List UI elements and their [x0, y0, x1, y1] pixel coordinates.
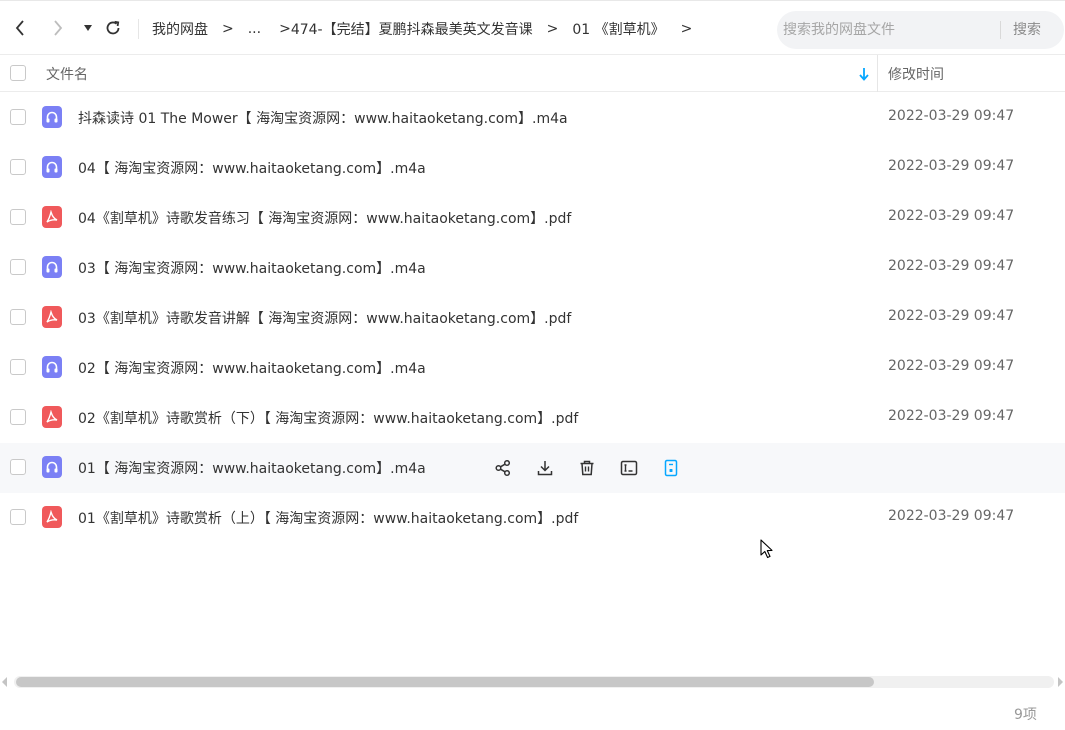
- breadcrumb-item-ellipsis[interactable]: ...: [248, 21, 261, 37]
- audio-file-icon: [42, 256, 62, 278]
- file-name[interactable]: 抖森读诗 01 The Mower【 海淘宝资源网：www.haitaoketa…: [78, 108, 568, 128]
- table-row-hovered[interactable]: 01【 海淘宝资源网：www.haitaoketang.com】.m4a: [0, 443, 1065, 493]
- audio-file-icon: [42, 456, 62, 478]
- more-button[interactable]: [660, 457, 682, 479]
- row-checkbox[interactable]: [10, 409, 26, 425]
- refresh-button[interactable]: [102, 17, 124, 39]
- share-icon: [495, 459, 511, 477]
- file-modified-time: 2022-03-29 09:47: [888, 208, 1015, 224]
- file-modified-time: 2022-03-29 09:47: [888, 108, 1015, 124]
- back-button[interactable]: [9, 17, 31, 39]
- table-row[interactable]: 02【 海淘宝资源网：www.haitaoketang.com】.m4a 202…: [0, 343, 1065, 393]
- row-checkbox[interactable]: [10, 359, 26, 375]
- table-row[interactable]: 03【 海淘宝资源网：www.haitaoketang.com】.m4a 202…: [0, 243, 1065, 293]
- table-row[interactable]: 03《割草机》诗歌发音讲解【 海淘宝资源网：www.haitaoketang.c…: [0, 293, 1065, 343]
- breadcrumb-item-root[interactable]: 我的网盘: [152, 19, 208, 39]
- horizontal-scrollbar[interactable]: [0, 672, 1065, 692]
- table-row[interactable]: 04《割草机》诗歌发音练习【 海淘宝资源网：www.haitaoketang.c…: [0, 193, 1065, 243]
- sort-desc-icon[interactable]: [857, 66, 871, 82]
- file-name[interactable]: 01【 海淘宝资源网：www.haitaoketang.com】.m4a: [78, 458, 426, 478]
- row-checkbox[interactable]: [10, 209, 26, 225]
- history-dropdown-button[interactable]: [77, 17, 99, 39]
- breadcrumb-separator: >: [222, 21, 234, 37]
- caret-down-icon: [84, 25, 92, 31]
- breadcrumb: 我的网盘 > ... > 474-【完结】夏鹏抖森最美英文发音课 > 01 《割…: [152, 19, 706, 39]
- breadcrumb-expand[interactable]: >: [681, 21, 693, 37]
- file-modified-time: 2022-03-29 09:47: [888, 358, 1015, 374]
- audio-file-icon: [42, 356, 62, 378]
- breadcrumb-separator: >: [546, 21, 559, 37]
- toolbar-divider: [138, 19, 139, 39]
- row-checkbox[interactable]: [10, 459, 26, 475]
- table-row[interactable]: 04【 海淘宝资源网：www.haitaoketang.com】.m4a 202…: [0, 143, 1065, 193]
- column-header-modified[interactable]: 修改时间: [888, 64, 944, 84]
- search-divider: [1000, 21, 1001, 39]
- row-checkbox[interactable]: [10, 259, 26, 275]
- table-row[interactable]: 抖森读诗 01 The Mower【 海淘宝资源网：www.haitaoketa…: [0, 93, 1065, 143]
- search-input[interactable]: [783, 11, 995, 49]
- table-header: 文件名 修改时间: [0, 55, 1065, 92]
- delete-icon: [580, 460, 594, 476]
- pdf-file-icon: [42, 406, 62, 428]
- select-all-checkbox[interactable]: [10, 65, 26, 81]
- scrollbar-thumb[interactable]: [16, 677, 874, 687]
- pdf-file-icon: [42, 206, 62, 228]
- row-actions: [492, 457, 702, 479]
- refresh-icon: [106, 20, 120, 35]
- file-modified-time: 2022-03-29 09:47: [888, 508, 1015, 524]
- rename-icon: [620, 460, 638, 476]
- column-header-name[interactable]: 文件名: [46, 64, 88, 84]
- table-row[interactable]: 02《割草机》诗歌赏析（下）【 海淘宝资源网：www.haitaoketang.…: [0, 393, 1065, 443]
- delete-button[interactable]: [576, 457, 598, 479]
- row-checkbox[interactable]: [10, 109, 26, 125]
- toolbar: 我的网盘 > ... > 474-【完结】夏鹏抖森最美英文发音课 > 01 《割…: [0, 0, 1065, 55]
- file-name[interactable]: 02【 海淘宝资源网：www.haitaoketang.com】.m4a: [78, 358, 426, 378]
- pdf-file-icon: [42, 306, 62, 328]
- row-checkbox[interactable]: [10, 159, 26, 175]
- file-modified-time: 2022-03-29 09:47: [888, 258, 1015, 274]
- chevron-left-icon: [15, 20, 24, 36]
- item-count: 9项: [1014, 707, 1037, 723]
- audio-file-icon: [42, 106, 62, 128]
- mouse-cursor-icon: [760, 539, 773, 559]
- file-name[interactable]: 01《割草机》诗歌赏析（上）【 海淘宝资源网：www.haitaoketang.…: [78, 508, 578, 528]
- scroll-left-icon[interactable]: [2, 677, 7, 687]
- search-button[interactable]: 搜索: [1013, 11, 1041, 49]
- file-name[interactable]: 04《割草机》诗歌发音练习【 海淘宝资源网：www.haitaoketang.c…: [78, 208, 571, 228]
- row-checkbox[interactable]: [10, 309, 26, 325]
- breadcrumb-item-course[interactable]: 474-【完结】夏鹏抖森最美英文发音课: [291, 19, 533, 39]
- rename-button[interactable]: [618, 457, 640, 479]
- file-name[interactable]: 03【 海淘宝资源网：www.haitaoketang.com】.m4a: [78, 258, 426, 278]
- row-checkbox[interactable]: [10, 509, 26, 525]
- column-divider[interactable]: [877, 55, 878, 92]
- chevron-right-icon: [54, 20, 63, 36]
- breadcrumb-item-current[interactable]: 01 《割草机》: [572, 19, 664, 39]
- audio-file-icon: [42, 156, 62, 178]
- scroll-right-icon[interactable]: [1058, 677, 1063, 687]
- file-list: 抖森读诗 01 The Mower【 海淘宝资源网：www.haitaoketa…: [0, 93, 1065, 543]
- table-row[interactable]: 01《割草机》诗歌赏析（上）【 海淘宝资源网：www.haitaoketang.…: [0, 493, 1065, 543]
- file-name[interactable]: 03《割草机》诗歌发音讲解【 海淘宝资源网：www.haitaoketang.c…: [78, 308, 571, 328]
- more-icon: [664, 459, 678, 477]
- file-name[interactable]: 04【 海淘宝资源网：www.haitaoketang.com】.m4a: [78, 158, 426, 178]
- search-box: 搜索: [777, 11, 1064, 49]
- share-button[interactable]: [492, 457, 514, 479]
- breadcrumb-separator: >: [279, 21, 291, 37]
- pdf-file-icon: [42, 506, 62, 528]
- file-modified-time: 2022-03-29 09:47: [888, 408, 1015, 424]
- file-modified-time: 2022-03-29 09:47: [888, 158, 1015, 174]
- file-name[interactable]: 02《割草机》诗歌赏析（下）【 海淘宝资源网：www.haitaoketang.…: [78, 408, 578, 428]
- download-icon: [537, 461, 553, 476]
- forward-button[interactable]: [47, 17, 69, 39]
- download-button[interactable]: [534, 457, 556, 479]
- file-modified-time: 2022-03-29 09:47: [888, 308, 1015, 324]
